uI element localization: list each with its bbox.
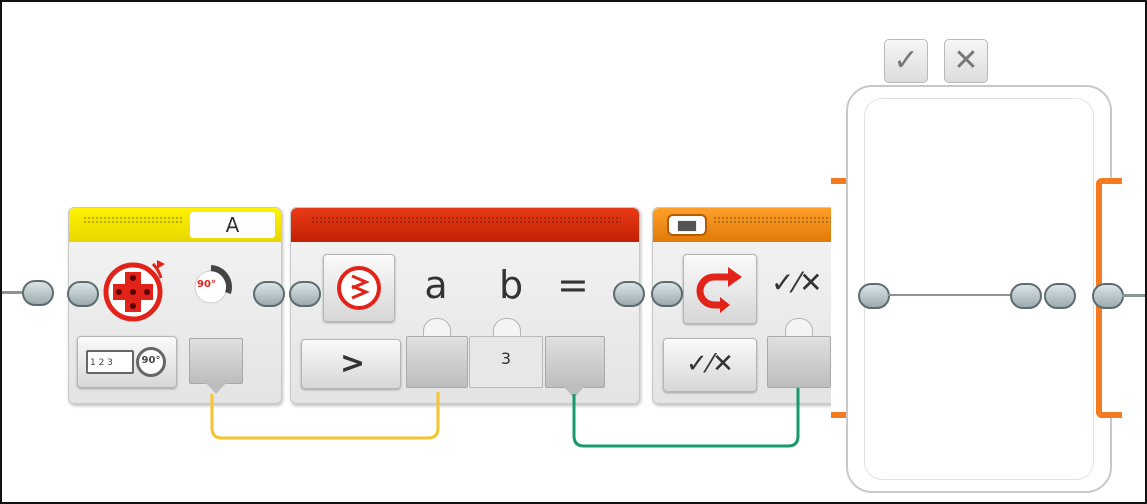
- program-canvas: A 90° 1 2 3 90° a b = > 3 ✓⁄✕ ✓⁄✕ ✓ ✕: [0, 0, 1147, 504]
- green-wire: [572, 388, 800, 448]
- yellow-wire: [210, 392, 440, 440]
- data-wires: [210, 388, 800, 448]
